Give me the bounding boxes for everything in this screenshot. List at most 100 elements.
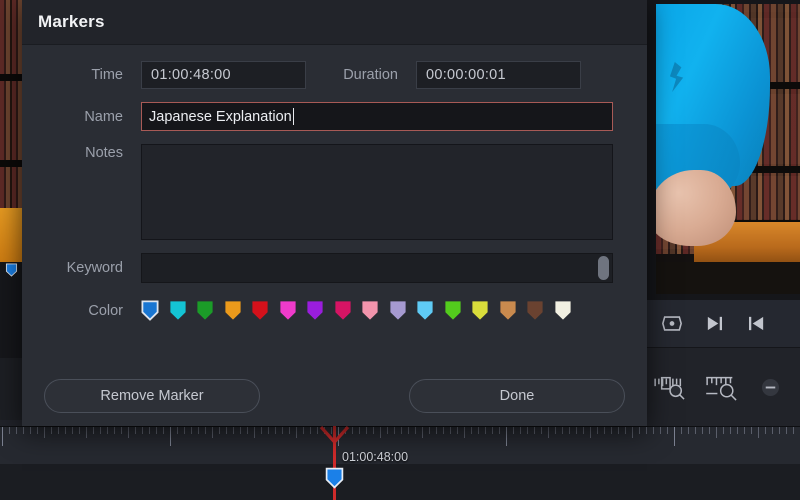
ruler-tick bbox=[142, 427, 143, 434]
ruler-tick bbox=[233, 427, 234, 434]
name-input[interactable]: Japanese Explanation bbox=[141, 102, 613, 131]
color-swatch-sand[interactable] bbox=[499, 300, 517, 321]
color-swatch-fuchsia[interactable] bbox=[334, 300, 352, 321]
ruler-tick bbox=[79, 427, 80, 434]
ruler-tick bbox=[240, 427, 241, 434]
ruler-tick bbox=[541, 427, 542, 434]
color-swatch-cocoa[interactable] bbox=[526, 300, 544, 321]
ruler-tick bbox=[702, 427, 703, 434]
dialog-footer: Remove Marker Done bbox=[22, 366, 647, 426]
name-label: Name bbox=[44, 109, 141, 125]
ruler-tick bbox=[639, 427, 640, 434]
ruler-tick bbox=[184, 427, 185, 434]
ruler-tick bbox=[653, 427, 654, 434]
notes-label: Notes bbox=[44, 144, 141, 161]
ruler-tick bbox=[618, 427, 619, 434]
time-input[interactable]: 01:00:48:00 bbox=[141, 61, 306, 89]
keyword-input[interactable] bbox=[141, 253, 613, 283]
ruler-tick bbox=[100, 427, 101, 434]
ruler-tick bbox=[380, 427, 381, 438]
ruler-tick bbox=[317, 427, 318, 434]
ruler-tick bbox=[366, 427, 367, 434]
color-swatch-cyan[interactable] bbox=[169, 300, 187, 321]
ruler-tick bbox=[247, 427, 248, 434]
color-swatch-red[interactable] bbox=[251, 300, 269, 321]
panel-fill bbox=[0, 358, 22, 420]
ruler-tick bbox=[793, 427, 794, 434]
ruler-tick bbox=[373, 427, 374, 434]
timeline-marker-icon[interactable] bbox=[325, 467, 344, 489]
ruler-tick bbox=[254, 427, 255, 438]
ruler-tick bbox=[121, 427, 122, 434]
ruler-tick bbox=[569, 427, 570, 434]
name-row: Name Japanese Explanation bbox=[44, 102, 625, 131]
timeline-viewer bbox=[646, 0, 800, 300]
ruler-tick bbox=[16, 427, 17, 434]
ruler-tick bbox=[170, 427, 171, 446]
ruler-tick bbox=[429, 427, 430, 434]
playhead-timecode: 01:00:48:00 bbox=[342, 450, 408, 464]
keyword-label: Keyword bbox=[44, 260, 141, 276]
ruler-tick bbox=[485, 427, 486, 434]
ruler-tick bbox=[93, 427, 94, 434]
ruler-tick bbox=[513, 427, 514, 434]
zoom-out-minus-icon[interactable] bbox=[756, 373, 784, 401]
ruler-tick bbox=[758, 427, 759, 438]
skip-forward-icon[interactable] bbox=[700, 310, 728, 338]
color-swatch-green[interactable] bbox=[196, 300, 214, 321]
ruler-tick bbox=[681, 427, 682, 434]
ruler-tick bbox=[275, 427, 276, 434]
ruler-tick bbox=[632, 427, 633, 438]
ruler-tick bbox=[534, 427, 535, 434]
color-swatch-list bbox=[141, 300, 572, 321]
markers-dialog: Markers Time 01:00:48:00 Duration 00:00:… bbox=[22, 0, 647, 426]
ruler-tick bbox=[135, 427, 136, 434]
ruler-tick bbox=[44, 427, 45, 438]
color-swatch-rose[interactable] bbox=[361, 300, 379, 321]
skip-backward-icon[interactable] bbox=[742, 310, 770, 338]
color-swatch-mint[interactable] bbox=[444, 300, 462, 321]
ruler-tick bbox=[30, 427, 31, 434]
ruler-tick bbox=[583, 427, 584, 434]
clip-zoom-icon[interactable] bbox=[652, 371, 690, 403]
ruler-tick bbox=[422, 427, 423, 438]
ruler-tick bbox=[751, 427, 752, 434]
color-swatch-lemon[interactable] bbox=[471, 300, 489, 321]
done-button[interactable]: Done bbox=[409, 379, 625, 413]
color-swatch-purple[interactable] bbox=[306, 300, 324, 321]
ruler-tick bbox=[611, 427, 612, 434]
ruler-tick bbox=[555, 427, 556, 434]
ruler-tick bbox=[107, 427, 108, 434]
timeline-track-area[interactable] bbox=[0, 464, 800, 500]
ruler-tick bbox=[590, 427, 591, 438]
dialog-titlebar[interactable]: Markers bbox=[22, 0, 647, 45]
timeline-zoom-icon[interactable] bbox=[702, 371, 744, 403]
remove-marker-button[interactable]: Remove Marker bbox=[44, 379, 260, 413]
time-label: Time bbox=[44, 67, 141, 83]
ruler-tick bbox=[58, 427, 59, 434]
ruler-tick bbox=[65, 427, 66, 434]
color-row: Color bbox=[44, 300, 625, 321]
color-swatch-lavender[interactable] bbox=[389, 300, 407, 321]
color-swatch-cream[interactable] bbox=[554, 300, 572, 321]
color-swatch-sky[interactable] bbox=[416, 300, 434, 321]
color-swatch-yellow[interactable] bbox=[224, 300, 242, 321]
duration-input[interactable]: 00:00:00:01 bbox=[416, 61, 581, 89]
timeline-marker-icon[interactable] bbox=[5, 263, 18, 277]
ruler-tick bbox=[786, 427, 787, 434]
ruler-tick bbox=[23, 427, 24, 434]
loop-flat-icon[interactable] bbox=[658, 310, 686, 338]
ruler-tick bbox=[730, 427, 731, 434]
ruler-tick bbox=[198, 427, 199, 434]
color-swatch-blue[interactable] bbox=[141, 300, 159, 321]
ruler-tick bbox=[597, 427, 598, 434]
notes-textarea[interactable] bbox=[141, 144, 613, 240]
keyword-scroll-handle[interactable] bbox=[598, 256, 609, 280]
ruler-tick bbox=[9, 427, 10, 434]
ruler-tick bbox=[772, 427, 773, 434]
ruler-tick bbox=[289, 427, 290, 434]
ruler-tick bbox=[149, 427, 150, 434]
ruler-tick bbox=[674, 427, 675, 446]
ruler-tick bbox=[226, 427, 227, 434]
color-swatch-pink[interactable] bbox=[279, 300, 297, 321]
